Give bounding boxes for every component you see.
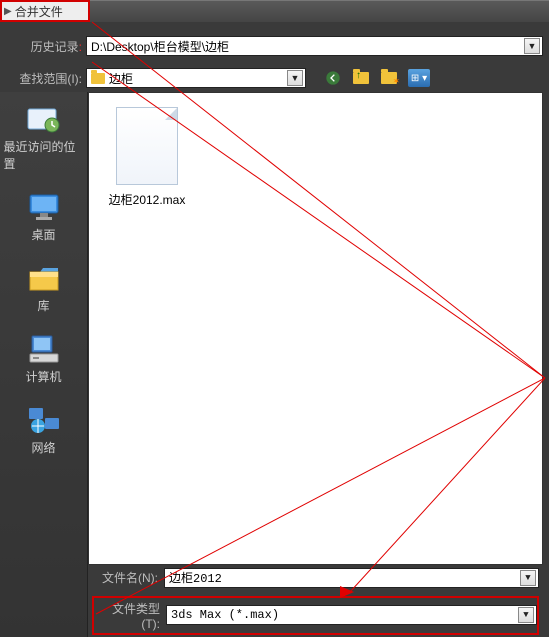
file-item[interactable]: 边柜2012.max xyxy=(107,107,187,208)
titlebar-bg xyxy=(90,0,549,22)
chevron-right-icon: ▶ xyxy=(4,6,12,17)
sidebar-item-label: 桌面 xyxy=(31,226,55,243)
places-sidebar: 最近访问的位置 桌面 库 计算机 网络 xyxy=(0,92,88,637)
dropdown-arrow-icon[interactable]: ▼ xyxy=(518,607,534,623)
filename-label: 文件名(N): xyxy=(92,569,164,586)
filename-value: 边柜2012 xyxy=(169,569,222,586)
title-text: 合并文件 xyxy=(15,3,63,20)
bottom-panel: 文件名(N): 边柜2012 ▼ 文件类型(T): 3ds Max (*.max… xyxy=(88,565,543,637)
sidebar-item-desktop[interactable]: 桌面 xyxy=(4,186,84,251)
desktop-icon xyxy=(25,190,63,224)
up-one-level-icon[interactable] xyxy=(352,69,370,87)
toolbar-icons: ⊞ ▾ xyxy=(324,69,430,87)
file-thumbnail-icon xyxy=(116,107,178,185)
history-combo[interactable]: D:\Desktop\柜台模型\边柜 ▼ xyxy=(86,36,543,56)
file-list-area[interactable]: 边柜2012.max xyxy=(88,92,543,565)
library-icon xyxy=(25,261,63,295)
network-icon xyxy=(25,403,63,437)
filetype-label: 文件类型(T): xyxy=(94,600,166,631)
sidebar-item-recent[interactable]: 最近访问的位置 xyxy=(4,98,84,180)
sidebar-item-label: 库 xyxy=(37,297,49,314)
sidebar-item-label: 计算机 xyxy=(25,368,61,385)
new-folder-icon[interactable] xyxy=(380,69,398,87)
file-item-name: 边柜2012.max xyxy=(109,193,186,207)
dropdown-arrow-icon[interactable]: ▼ xyxy=(287,70,303,86)
filename-row: 文件名(N): 边柜2012 ▼ xyxy=(92,568,539,588)
lookin-combo[interactable]: 边柜 ▼ xyxy=(86,68,306,88)
history-row: 历史记录: D:\Desktop\柜台模型\边柜 ▼ xyxy=(0,32,549,60)
sidebar-item-library[interactable]: 库 xyxy=(4,257,84,322)
filetype-value: 3ds Max (*.max) xyxy=(171,608,279,622)
back-icon[interactable] xyxy=(324,69,342,87)
computer-icon xyxy=(25,332,63,366)
sidebar-item-computer[interactable]: 计算机 xyxy=(4,328,84,393)
view-menu-icon[interactable]: ⊞ ▾ xyxy=(408,69,430,87)
filename-combo[interactable]: 边柜2012 ▼ xyxy=(164,568,539,588)
recent-places-icon xyxy=(25,102,63,136)
history-value: D:\Desktop\柜台模型\边柜 xyxy=(91,38,229,55)
history-label: 历史记录: xyxy=(6,38,86,55)
sidebar-item-label: 最近访问的位置 xyxy=(4,138,84,172)
dropdown-arrow-icon[interactable]: ▼ xyxy=(524,38,540,54)
lookin-label: 查找范围(I): xyxy=(6,70,86,87)
lookin-value: 边柜 xyxy=(109,70,133,87)
filetype-combo[interactable]: 3ds Max (*.max) ▼ xyxy=(166,605,537,625)
dropdown-arrow-icon[interactable]: ▼ xyxy=(520,570,536,586)
sidebar-item-network[interactable]: 网络 xyxy=(4,399,84,464)
folder-icon xyxy=(91,73,105,84)
filetype-row: 文件类型(T): 3ds Max (*.max) ▼ xyxy=(92,596,539,635)
dialog-title: ▶ 合并文件 xyxy=(0,0,90,22)
sidebar-item-label: 网络 xyxy=(31,439,55,456)
lookin-row: 查找范围(I): 边柜 ▼ ⊞ ▾ xyxy=(0,64,549,92)
